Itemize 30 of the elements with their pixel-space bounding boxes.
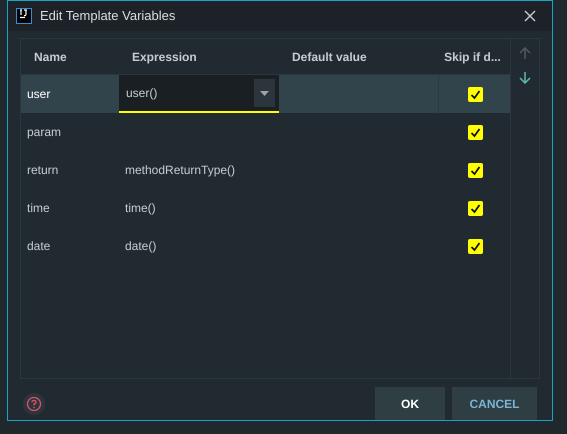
- column-header[interactable]: Name: [21, 48, 119, 66]
- window-title: Edit Template Variables: [40, 7, 176, 26]
- help-icon[interactable]: [23, 392, 45, 414]
- table-cell-text: return: [26, 162, 60, 179]
- table-row[interactable]: time time(): [21, 189, 510, 227]
- checkbox[interactable]: [468, 162, 483, 178]
- checkbox[interactable]: [468, 124, 483, 140]
- table-cell-text: date: [26, 238, 52, 255]
- column-header[interactable]: Expression: [119, 48, 279, 66]
- table-cell-text: time: [26, 200, 51, 217]
- expression-combo-box[interactable]: user(): [119, 75, 279, 113]
- move-down-button[interactable]: [517, 69, 533, 85]
- table-cell-text: date(): [124, 238, 158, 255]
- close-icon[interactable]: [524, 10, 536, 22]
- table-cell-text: user: [26, 86, 52, 103]
- checkbox[interactable]: [468, 86, 483, 102]
- table-row[interactable]: user user(): [21, 75, 510, 113]
- cancel-button[interactable]: CANCEL: [452, 387, 537, 420]
- app-logo-icon: [16, 8, 32, 24]
- table-row[interactable]: return methodReturnType(): [21, 151, 510, 189]
- table-row[interactable]: param: [21, 113, 510, 151]
- table-cell-text: methodReturnType(): [124, 162, 236, 179]
- table-cell-text: time(): [124, 200, 157, 217]
- table-row[interactable]: date date(): [21, 227, 510, 265]
- checkbox[interactable]: [468, 238, 483, 254]
- column-header[interactable]: Skip if d...: [439, 48, 510, 66]
- column-header[interactable]: Default value: [279, 48, 439, 66]
- checkbox[interactable]: [468, 200, 483, 216]
- ok-button[interactable]: OK: [375, 387, 445, 420]
- table-cell-text: param: [26, 124, 62, 141]
